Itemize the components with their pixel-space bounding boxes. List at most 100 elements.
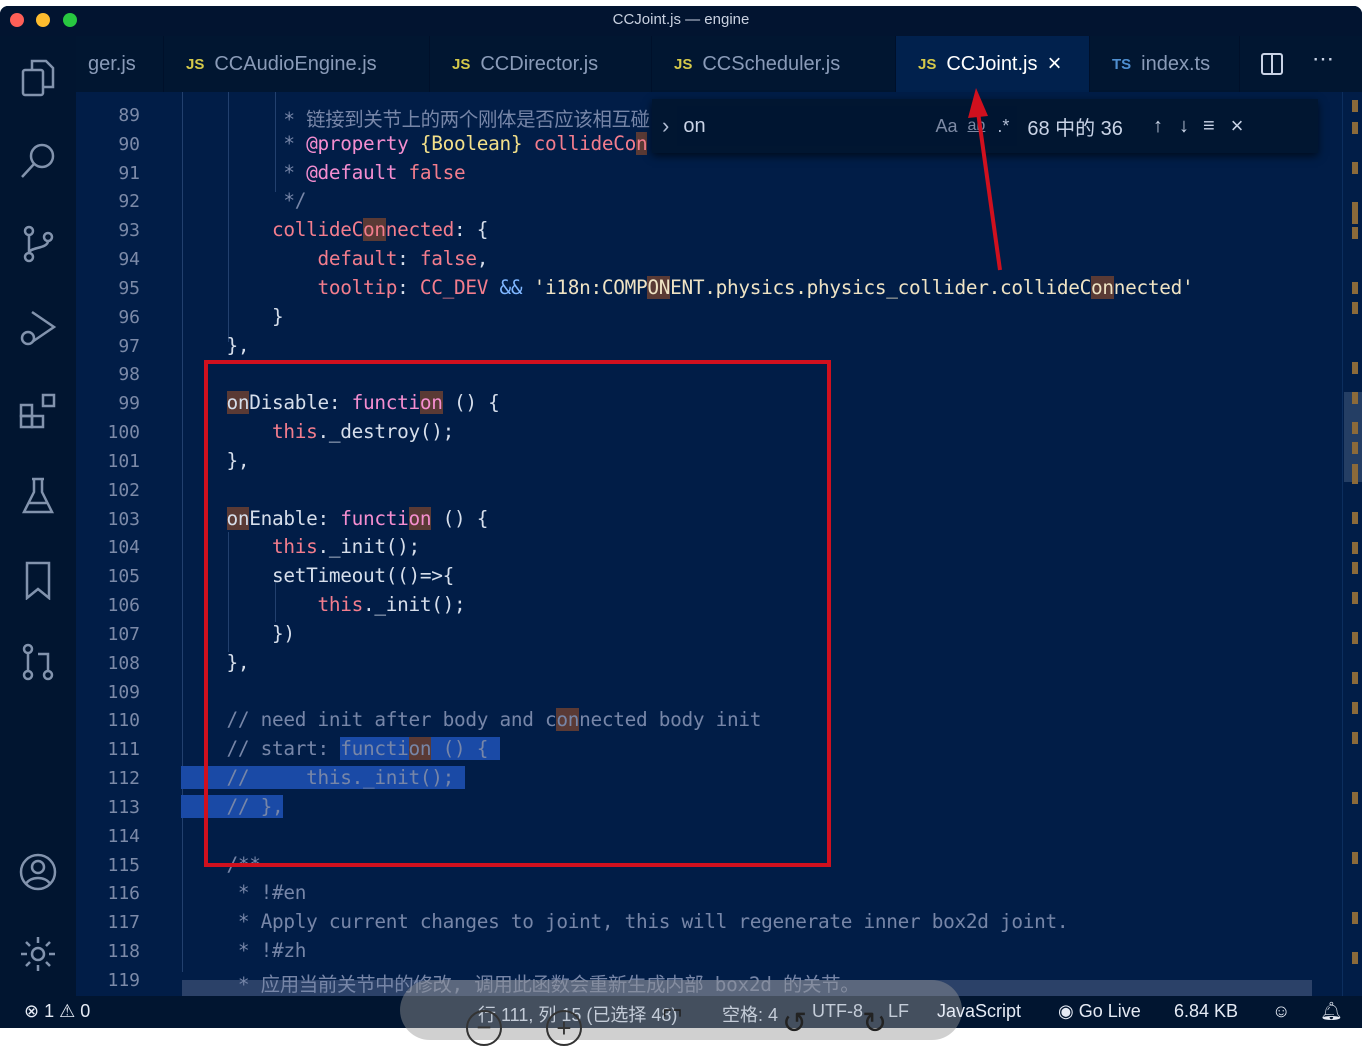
close-window-button[interactable] bbox=[10, 13, 24, 27]
window-title: CCJoint.js — engine bbox=[612, 11, 750, 28]
tab-index-ts[interactable]: TS index.ts bbox=[1090, 36, 1240, 92]
match-marker bbox=[1352, 302, 1358, 314]
encoding[interactable]: UTF-8 bbox=[812, 1001, 863, 1022]
problems-indicator[interactable]: ⊗ 1 ⚠ 0 bbox=[24, 1001, 90, 1022]
match-marker bbox=[1352, 542, 1358, 554]
code-token: */ bbox=[283, 189, 307, 213]
code-line: * @property {Boolean} collideCon bbox=[181, 131, 648, 155]
run-debug-icon[interactable] bbox=[16, 306, 60, 350]
fit-screen-icon[interactable]: ⌜⌝ bbox=[662, 1006, 683, 1032]
code-line: * @default false bbox=[181, 161, 465, 184]
whole-word-toggle[interactable]: ab bbox=[968, 117, 986, 135]
line-number: 92 bbox=[118, 191, 140, 213]
match-marker bbox=[1352, 702, 1358, 714]
line-number: 110 bbox=[107, 710, 140, 732]
code-token: * Apply current changes to joint, this w… bbox=[237, 910, 1069, 934]
code-line: collideConnected: { bbox=[181, 218, 488, 242]
match-marker bbox=[1352, 362, 1358, 374]
code-line: * !#en bbox=[181, 881, 307, 904]
code-token: on bbox=[1090, 275, 1114, 299]
code-token: } bbox=[181, 304, 284, 328]
previous-match-icon[interactable]: ↑ bbox=[1153, 115, 1163, 138]
tab-label: ger.js bbox=[88, 52, 136, 75]
rotate-right-icon[interactable]: ↻ bbox=[862, 1006, 887, 1041]
split-editor-icon[interactable] bbox=[1260, 52, 1284, 81]
code-token: * 链接到关节上的两个刚体是否应该相互碰 bbox=[283, 108, 650, 131]
broadcast-icon: ◉ bbox=[1058, 1001, 1079, 1021]
more-actions-icon[interactable]: ⋯ bbox=[1312, 46, 1334, 72]
go-live-label: Go Live bbox=[1078, 1001, 1141, 1021]
toggle-replace-icon[interactable]: › bbox=[662, 113, 669, 139]
pull-request-icon[interactable] bbox=[16, 640, 60, 684]
find-input[interactable]: on Aa ab .* bbox=[677, 106, 1018, 146]
settings-gear-icon[interactable] bbox=[16, 932, 60, 976]
zoom-in-icon[interactable]: + bbox=[546, 1010, 582, 1046]
source-control-icon[interactable] bbox=[16, 222, 60, 266]
close-tab-icon[interactable]: × bbox=[1048, 50, 1062, 78]
indentation[interactable]: 空格: 4 bbox=[722, 1001, 778, 1027]
code-line: } bbox=[181, 304, 284, 328]
line-number: 107 bbox=[107, 623, 140, 645]
code-token: false bbox=[408, 160, 466, 184]
find-in-selection-icon[interactable]: ≡ bbox=[1203, 115, 1215, 138]
match-marker bbox=[1352, 162, 1358, 174]
code-token: && bbox=[488, 275, 534, 299]
tab-ccscheduler[interactable]: JS CCScheduler.js bbox=[652, 36, 896, 92]
line-number: 118 bbox=[107, 941, 140, 963]
line-number: 108 bbox=[107, 652, 140, 674]
extensions-icon[interactable] bbox=[16, 390, 60, 434]
testing-icon[interactable] bbox=[16, 474, 60, 518]
tab-ccdirector[interactable]: JS CCDirector.js bbox=[430, 36, 652, 92]
match-marker bbox=[1352, 562, 1358, 574]
feedback-icon[interactable]: ☺ bbox=[1272, 1001, 1290, 1022]
rotate-left-icon[interactable]: ↺ bbox=[782, 1006, 807, 1041]
tab-ccjoint[interactable]: JS CCJoint.js × bbox=[896, 36, 1090, 92]
line-number: 109 bbox=[107, 681, 140, 703]
tab-ccaudioengine[interactable]: JS CCAudioEngine.js bbox=[164, 36, 430, 92]
match-marker bbox=[1352, 422, 1358, 434]
code-token: 'i18n:COMP bbox=[533, 275, 648, 299]
line-number: 90 bbox=[118, 133, 140, 155]
account-icon[interactable] bbox=[16, 850, 60, 894]
go-live-button[interactable]: ◉ Go Live bbox=[1058, 1001, 1141, 1022]
line-number: 111 bbox=[107, 739, 140, 761]
code-token: ON bbox=[647, 275, 671, 299]
explorer-icon[interactable] bbox=[16, 56, 60, 100]
minimize-window-button[interactable] bbox=[36, 13, 50, 27]
match-marker bbox=[1352, 472, 1358, 484]
tab-label: CCJoint.js bbox=[946, 52, 1038, 75]
close-find-icon[interactable]: × bbox=[1231, 113, 1244, 139]
zoom-out-icon[interactable]: − bbox=[466, 1010, 502, 1046]
code-line: */ bbox=[181, 189, 306, 212]
match-marker bbox=[1352, 632, 1358, 644]
line-number: 104 bbox=[107, 537, 140, 559]
zoom-window-button[interactable] bbox=[63, 13, 77, 27]
match-marker bbox=[1352, 212, 1358, 224]
tab-label: index.ts bbox=[1141, 52, 1211, 75]
search-icon[interactable] bbox=[16, 138, 60, 182]
code-token: : bbox=[397, 275, 420, 299]
end-of-line[interactable]: LF bbox=[888, 1001, 909, 1022]
match-marker bbox=[1352, 952, 1358, 964]
notifications-bell-icon[interactable]: 🔔︎ bbox=[1320, 1001, 1343, 1022]
code-token: collideC bbox=[272, 218, 363, 242]
tab-scheduler-partial[interactable]: ger.js bbox=[76, 36, 164, 92]
language-mode[interactable]: JavaScript bbox=[937, 1001, 1021, 1022]
code-token: nected bbox=[385, 218, 455, 242]
line-number: 114 bbox=[107, 825, 140, 847]
line-number: 117 bbox=[107, 912, 140, 934]
match-case-toggle[interactable]: Aa bbox=[935, 116, 957, 137]
code-token: * !#zh bbox=[237, 939, 307, 963]
regex-toggle[interactable]: .* bbox=[997, 116, 1009, 137]
line-number: 101 bbox=[107, 450, 140, 472]
code-token: false bbox=[419, 247, 477, 271]
bookmark-icon[interactable] bbox=[16, 558, 60, 602]
line-number: 97 bbox=[118, 335, 140, 357]
line-number: 119 bbox=[107, 969, 140, 991]
next-match-icon[interactable]: ↓ bbox=[1179, 115, 1189, 138]
match-marker bbox=[1352, 122, 1358, 134]
